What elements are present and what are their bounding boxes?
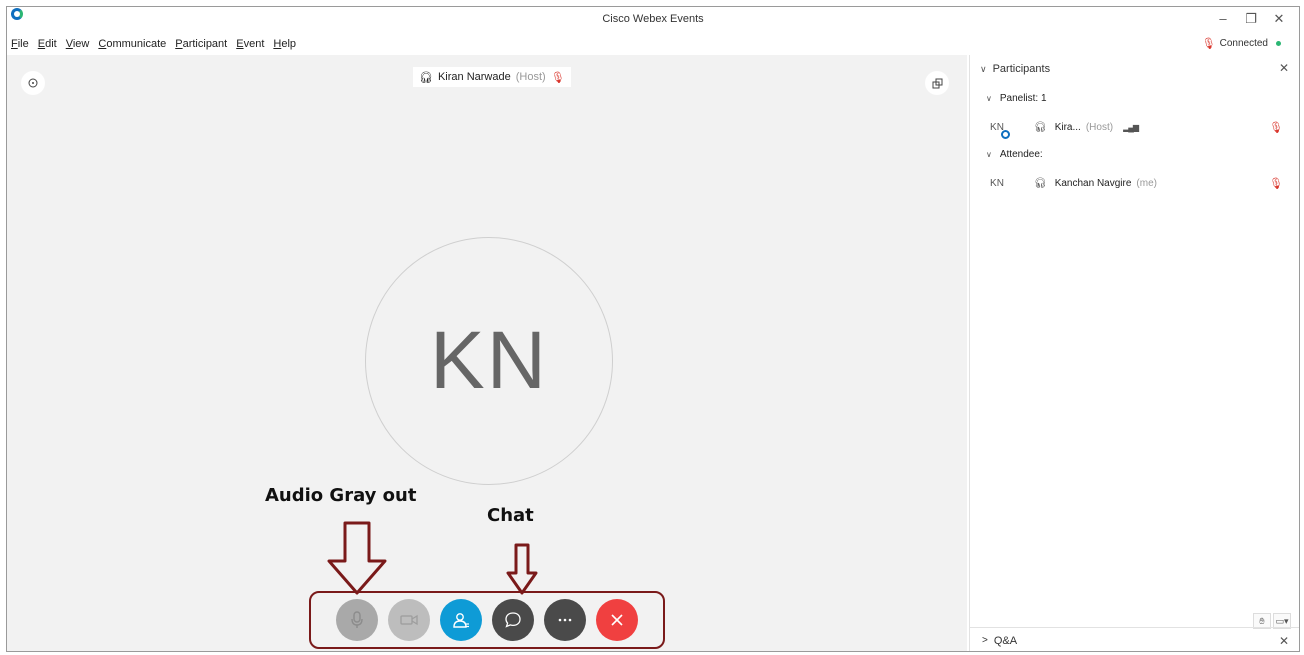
- participant-name: Kanchan Navgire: [1054, 177, 1132, 189]
- menu-file[interactable]: File: [11, 38, 29, 50]
- participants-button[interactable]: [440, 599, 482, 641]
- audio-button[interactable]: [336, 599, 378, 641]
- microphone-muted-icon: 🎙︎: [1201, 38, 1216, 50]
- chat-annotation-label: Chat: [487, 505, 534, 526]
- menu-participant[interactable]: Participant: [175, 38, 227, 50]
- headset-icon: 🎧︎: [1034, 121, 1047, 133]
- participant-role: (me): [1136, 177, 1157, 189]
- window-controls: – ❐ ✕: [1217, 11, 1285, 27]
- chevron-right-icon: >: [982, 635, 988, 646]
- video-button[interactable]: [388, 599, 430, 641]
- connection-status[interactable]: 🎙︎ Connected: [1202, 37, 1281, 50]
- microphone-muted-icon[interactable]: 🎙︎: [1269, 121, 1283, 134]
- layout-button[interactable]: [925, 71, 949, 95]
- participants-panel: ∨ Participants ✕ ∨ Panelist: 1 KN 🎧︎ Kir…: [969, 55, 1299, 651]
- menu-communicate[interactable]: Communicate: [98, 38, 166, 50]
- signal-strength-icon: ▂▄▆: [1123, 122, 1139, 132]
- meeting-controls-bar: [309, 591, 665, 649]
- close-window-button[interactable]: ✕: [1273, 11, 1285, 27]
- attendees-group-label: Attendee:: [999, 149, 1043, 160]
- audio-arrow-icon: [327, 521, 387, 595]
- webex-window: Cisco Webex Events – ❐ ✕ File Edit View …: [6, 6, 1300, 652]
- connection-status-text: Connected: [1219, 38, 1268, 49]
- presenter-badge-icon: [1001, 130, 1010, 139]
- window-title: Cisco Webex Events: [602, 13, 704, 25]
- menu-event[interactable]: Event: [236, 38, 264, 50]
- minimize-button[interactable]: –: [1217, 11, 1229, 27]
- participants-panel-header[interactable]: ∨ Participants: [970, 59, 1299, 79]
- participant-name: Kira...: [1054, 121, 1081, 133]
- menu-help[interactable]: Help: [273, 38, 296, 50]
- participants-icon: [453, 613, 469, 628]
- participants-panel-title: Participants: [992, 63, 1051, 75]
- camera-icon: [400, 614, 418, 626]
- panelists-group[interactable]: ∨ Panelist: 1: [986, 93, 1047, 104]
- more-icon: [558, 618, 572, 622]
- close-qa-button[interactable]: ✕: [1279, 634, 1289, 648]
- info-button[interactable]: [21, 71, 45, 95]
- video-stage: 🎧︎ Kiran Narwade (Host) 🎙︎ KN Audio Gray…: [7, 55, 967, 651]
- chevron-down-icon: ∨: [986, 150, 992, 159]
- menu-bar: File Edit View Communicate Participant E…: [7, 33, 1299, 55]
- close-icon: [611, 614, 623, 626]
- panelists-group-label: Panelist: 1: [999, 93, 1047, 104]
- speaker-avatar: KN: [365, 237, 613, 485]
- title-bar: Cisco Webex Events – ❐ ✕: [7, 7, 1299, 33]
- speaker-role: (Host): [515, 71, 546, 83]
- avatar: KN: [986, 116, 1010, 139]
- active-speaker-tag: 🎧︎ Kiran Narwade (Host) 🎙︎: [413, 67, 571, 87]
- leave-button[interactable]: [596, 599, 638, 641]
- connection-dot-icon: [1276, 41, 1281, 46]
- attendees-group[interactable]: ∨ Attendee:: [986, 149, 1043, 160]
- headset-icon: 🎧︎: [419, 71, 433, 84]
- qa-panel-header[interactable]: > Q&A ✕: [970, 627, 1299, 651]
- microphone-muted-icon: 🎙︎: [550, 71, 565, 84]
- speaker-name: Kiran Narwade: [437, 71, 511, 83]
- qa-panel-title: Q&A: [993, 634, 1018, 647]
- avatar-initials: KN: [990, 177, 1004, 189]
- panelist-row[interactable]: KN 🎧︎ Kira... (Host) ▂▄▆ 🎙︎: [986, 115, 1289, 139]
- participant-role: (Host): [1085, 121, 1114, 133]
- headset-icon: 🎧︎: [1034, 177, 1047, 189]
- restore-button[interactable]: ❐: [1245, 11, 1257, 27]
- menu-view[interactable]: View: [66, 38, 90, 50]
- chevron-down-icon: ∨: [980, 63, 987, 74]
- more-button[interactable]: [544, 599, 586, 641]
- chat-bubble-icon: [505, 612, 521, 628]
- chat-button[interactable]: [492, 599, 534, 641]
- microphone-icon: [351, 611, 363, 628]
- chat-arrow-icon: [506, 543, 538, 595]
- chevron-down-icon: ∨: [986, 94, 992, 103]
- close-panel-button[interactable]: ✕: [1279, 61, 1289, 75]
- attendee-row[interactable]: KN 🎧︎ Kanchan Navgire (me) 🎙︎: [986, 171, 1289, 195]
- audio-annotation-label: Audio Gray out: [265, 485, 417, 506]
- microphone-muted-icon[interactable]: 🎙︎: [1269, 177, 1283, 190]
- popout-icon: [932, 78, 942, 88]
- avatar: KN: [986, 172, 1008, 194]
- menu-edit[interactable]: Edit: [38, 38, 57, 50]
- info-icon: [28, 78, 38, 88]
